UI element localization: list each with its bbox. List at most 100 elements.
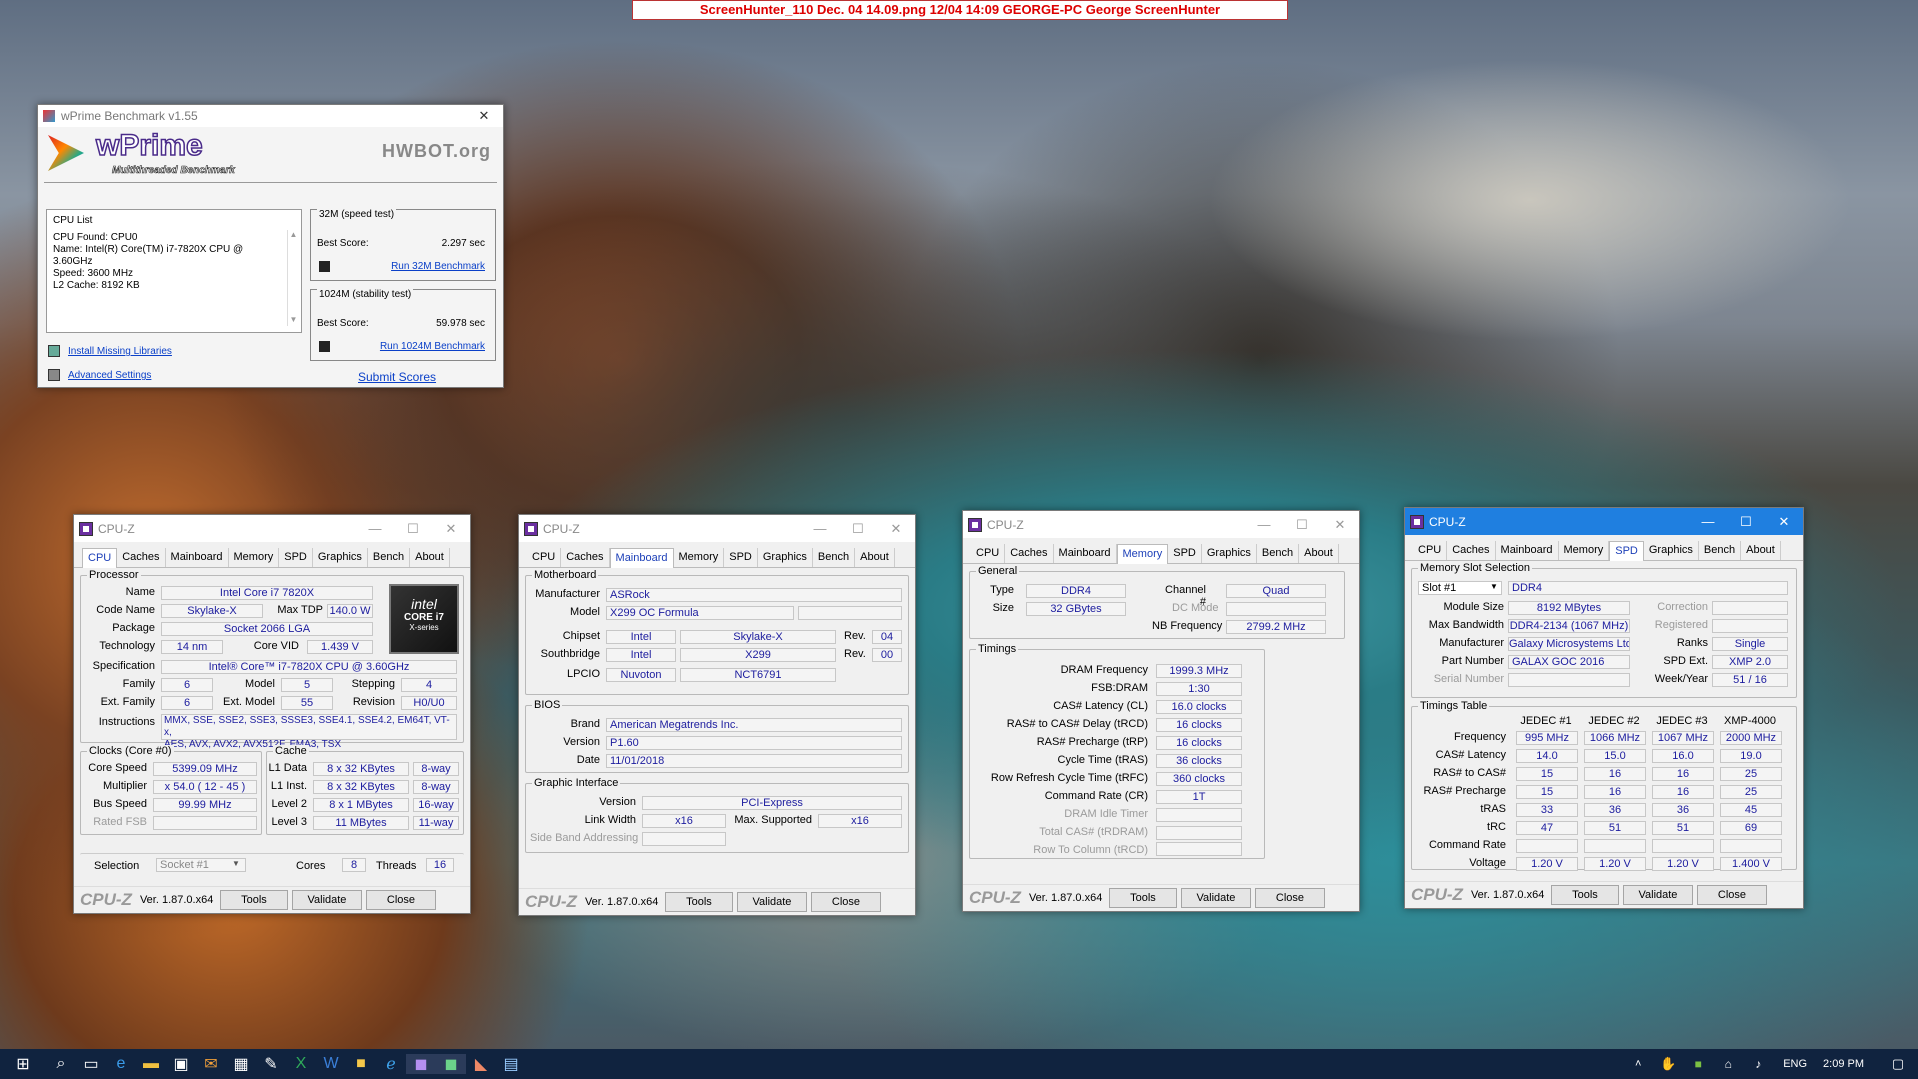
tab-about[interactable]: About	[855, 548, 895, 567]
tab-graphics[interactable]: Graphics	[1644, 541, 1699, 560]
tab-memory[interactable]: Memory	[1116, 544, 1169, 564]
search-icon[interactable]: ⌕	[46, 1055, 76, 1073]
tab-cpu[interactable]: CPU	[971, 544, 1006, 563]
notes-icon[interactable]: ■	[346, 1055, 376, 1073]
excel-icon[interactable]: X	[286, 1055, 316, 1073]
tab-memory[interactable]: Memory	[1559, 541, 1610, 560]
close-icon[interactable]: ✕	[877, 521, 915, 537]
tab-bench[interactable]: Bench	[813, 548, 856, 567]
cpuz-titlebar[interactable]: CPU-Z — ☐ ✕	[963, 511, 1359, 538]
tab-mainboard[interactable]: Mainboard	[166, 548, 229, 567]
chevron-down-icon[interactable]: ▼	[232, 859, 240, 868]
tab-cpu[interactable]: CPU	[82, 548, 118, 568]
explorer-icon[interactable]: ▬	[136, 1055, 166, 1073]
maximize-icon[interactable]: ☐	[839, 521, 877, 537]
tab-bench[interactable]: Bench	[368, 548, 411, 567]
tab-mainboard[interactable]: Mainboard	[1496, 541, 1559, 560]
cpuz2-icon[interactable]: ◼	[436, 1054, 466, 1074]
tab-caches[interactable]: Caches	[117, 548, 166, 567]
cpuz-titlebar[interactable]: CPU-Z — ☐ ✕	[519, 515, 915, 542]
chevron-up-icon[interactable]: ˄	[1623, 1058, 1653, 1070]
notifications-icon[interactable]: ▢	[1878, 1056, 1918, 1072]
tools-button[interactable]: Tools	[664, 892, 733, 912]
tab-about[interactable]: About	[410, 548, 450, 567]
wprime-icon[interactable]: ◣	[466, 1054, 496, 1074]
tab-about[interactable]: About	[1741, 541, 1781, 560]
close-button[interactable]: Close	[1696, 885, 1767, 905]
store-icon[interactable]: ▣	[166, 1054, 196, 1074]
tab-memory[interactable]: Memory	[229, 548, 280, 567]
windows-icon[interactable]: ⊞	[0, 1054, 46, 1074]
validate-button[interactable]: Validate	[1622, 885, 1693, 905]
close-button[interactable]: Close	[1254, 888, 1325, 908]
cpuz-mainboard-window[interactable]: CPU-Z — ☐ ✕ CPU Caches Mainboard Memory SPD Grap…	[518, 514, 916, 916]
tab-caches[interactable]: Caches	[1005, 544, 1054, 563]
cpuz-spd-window[interactable]: CPU-Z — ☐ ✕ CPU Caches Mainboard Memory SPD Grap…	[1404, 507, 1804, 909]
hunter-icon[interactable]: ▤	[496, 1054, 526, 1074]
tab-caches[interactable]: Caches	[561, 548, 610, 567]
validate-button[interactable]: Validate	[736, 892, 807, 912]
language-indicator[interactable]: ENG	[1783, 1058, 1807, 1070]
hand-icon[interactable]: ✋	[1653, 1056, 1683, 1072]
advanced-settings-link[interactable]: Advanced Settings	[68, 370, 151, 381]
maximize-icon[interactable]: ☐	[394, 521, 432, 537]
minimize-icon[interactable]: —	[356, 521, 394, 536]
tab-spd[interactable]: SPD	[1609, 541, 1644, 561]
cpu-list-scrollbar[interactable]: ▲ ▼	[287, 230, 299, 326]
minimize-icon[interactable]: —	[1245, 517, 1283, 532]
minimize-icon[interactable]: —	[801, 521, 839, 536]
tab-cpu[interactable]: CPU	[1413, 541, 1448, 560]
validate-button[interactable]: Validate	[291, 890, 362, 910]
tab-cpu[interactable]: CPU	[527, 548, 562, 567]
tools-button[interactable]: Tools	[1108, 888, 1177, 908]
submit-scores-link[interactable]: Submit Scores	[358, 370, 436, 384]
cpuz-memory-window[interactable]: CPU-Z — ☐ ✕ CPU Caches Mainboard Memory SPD Grap…	[962, 510, 1360, 912]
word-icon[interactable]: W	[316, 1055, 346, 1073]
run-32m-button[interactable]: Run 32M Benchmark	[391, 261, 485, 272]
close-icon[interactable]: ✕	[1321, 517, 1359, 533]
close-button[interactable]: Close	[810, 892, 881, 912]
maximize-icon[interactable]: ☐	[1727, 514, 1765, 530]
install-libraries-link[interactable]: Install Missing Libraries	[68, 346, 172, 357]
close-button[interactable]: Close	[365, 890, 436, 910]
task-view-icon[interactable]: ▭	[76, 1054, 106, 1074]
edge-icon[interactable]: e	[106, 1055, 136, 1073]
volume-icon[interactable]: ♪	[1743, 1057, 1773, 1071]
paint-icon[interactable]: ✎	[256, 1054, 286, 1074]
maximize-icon[interactable]: ☐	[1283, 517, 1321, 533]
tab-about[interactable]: About	[1299, 544, 1339, 563]
tools-button[interactable]: Tools	[1550, 885, 1619, 905]
cpuz-cpu-window[interactable]: CPU-Z — ☐ ✕ CPU Caches Mainboard Memory SPD Grap…	[73, 514, 471, 914]
tab-spd[interactable]: SPD	[279, 548, 313, 567]
nvidia-icon[interactable]: ■	[1683, 1057, 1713, 1071]
tab-bench[interactable]: Bench	[1257, 544, 1300, 563]
close-icon[interactable]: ✕	[432, 521, 470, 537]
tab-spd[interactable]: SPD	[724, 548, 758, 567]
cpuz-titlebar[interactable]: CPU-Z — ☐ ✕	[74, 515, 470, 542]
tab-mainboard[interactable]: Mainboard	[1054, 544, 1117, 563]
validate-button[interactable]: Validate	[1180, 888, 1251, 908]
tab-bench[interactable]: Bench	[1699, 541, 1742, 560]
run-1024m-button[interactable]: Run 1024M Benchmark	[380, 341, 485, 352]
tab-spd[interactable]: SPD	[1168, 544, 1202, 563]
cpuz-titlebar[interactable]: CPU-Z — ☐ ✕	[1405, 508, 1803, 535]
clock[interactable]: 2:09 PM	[1823, 1058, 1864, 1070]
close-icon[interactable]: ✕	[465, 108, 503, 124]
tab-memory[interactable]: Memory	[674, 548, 725, 567]
cpuz-icon[interactable]: ◼	[406, 1054, 436, 1074]
wprime-window[interactable]: wPrime Benchmark v1.55 ✕ wPrime Multithr…	[37, 104, 504, 388]
ie-icon[interactable]: ℯ	[376, 1054, 406, 1074]
close-icon[interactable]: ✕	[1765, 514, 1803, 530]
calculator-icon[interactable]: ▦	[226, 1054, 256, 1074]
tab-mainboard[interactable]: Mainboard	[609, 548, 674, 568]
tools-button[interactable]: Tools	[219, 890, 288, 910]
chevron-down-icon[interactable]: ▼	[1490, 582, 1498, 591]
tab-graphics[interactable]: Graphics	[758, 548, 813, 567]
wprime-titlebar[interactable]: wPrime Benchmark v1.55 ✕	[38, 105, 503, 127]
mail-icon[interactable]: ✉	[196, 1054, 226, 1074]
network-icon[interactable]: ⌂	[1713, 1057, 1743, 1071]
tab-graphics[interactable]: Graphics	[313, 548, 368, 567]
tab-caches[interactable]: Caches	[1447, 541, 1496, 560]
minimize-icon[interactable]: —	[1689, 514, 1727, 529]
tab-graphics[interactable]: Graphics	[1202, 544, 1257, 563]
